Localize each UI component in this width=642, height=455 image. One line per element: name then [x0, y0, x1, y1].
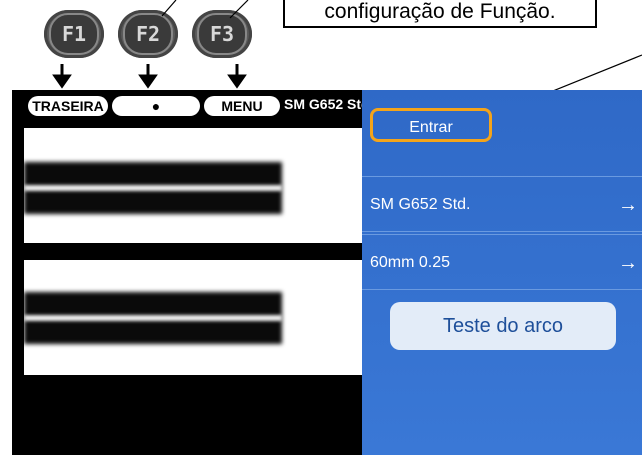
callout-text: configuração de Função.: [324, 0, 556, 23]
menu-row-fiber-type[interactable]: SM G652 Std. →: [362, 176, 642, 232]
dot-icon: ●: [151, 98, 161, 114]
back-soft-key[interactable]: TRASEIRA: [28, 96, 108, 116]
menu-soft-key-label: MENU: [221, 98, 263, 114]
back-soft-key-label: TRASEIRA: [32, 98, 104, 114]
middle-soft-key[interactable]: ●: [112, 96, 200, 116]
f1-key[interactable]: F1: [44, 10, 104, 58]
down-arrow-f1: [52, 64, 72, 89]
f3-key-label: F3: [197, 13, 247, 55]
arrow-right-icon: →: [618, 252, 638, 274]
down-arrow-f3: [227, 64, 247, 89]
menu-row-sleeve[interactable]: 60mm 0.25 →: [362, 234, 642, 290]
f3-key[interactable]: F3: [192, 10, 252, 58]
arrow-right-icon: →: [618, 194, 638, 216]
menu-row-label: SM G652 Std.: [370, 196, 471, 213]
down-arrow-f2: [138, 64, 158, 89]
fiber-core-x: [24, 185, 282, 191]
arc-test-button-label: Teste do arco: [442, 315, 564, 337]
menu-panel: Entrar SM G652 Std. → 60mm 0.25 → Teste …: [362, 90, 642, 455]
f1-key-label: F1: [49, 13, 99, 55]
f2-key-label: F2: [123, 13, 173, 55]
fiber-type-label: SM G652 Std.: [284, 96, 374, 112]
f2-key[interactable]: F2: [118, 10, 178, 58]
menu-row-label: 60mm 0.25: [370, 254, 451, 271]
fiber-view-x: [24, 128, 362, 243]
fiber-view-y: [24, 260, 362, 375]
arc-test-button[interactable]: Teste do arco: [390, 302, 616, 350]
callout-box: configuração de Função.: [283, 0, 597, 28]
soft-key-bar: TRASEIRA ● MENU SM G652 Std.: [12, 90, 373, 120]
menu-soft-key[interactable]: MENU: [204, 96, 280, 116]
device-screen: TRASEIRA ● MENU SM G652 Std. Entrar SM G…: [12, 90, 642, 455]
enter-button-label: Entrar: [409, 119, 453, 136]
fiber-core-y: [24, 315, 282, 321]
enter-button[interactable]: Entrar: [370, 108, 492, 142]
